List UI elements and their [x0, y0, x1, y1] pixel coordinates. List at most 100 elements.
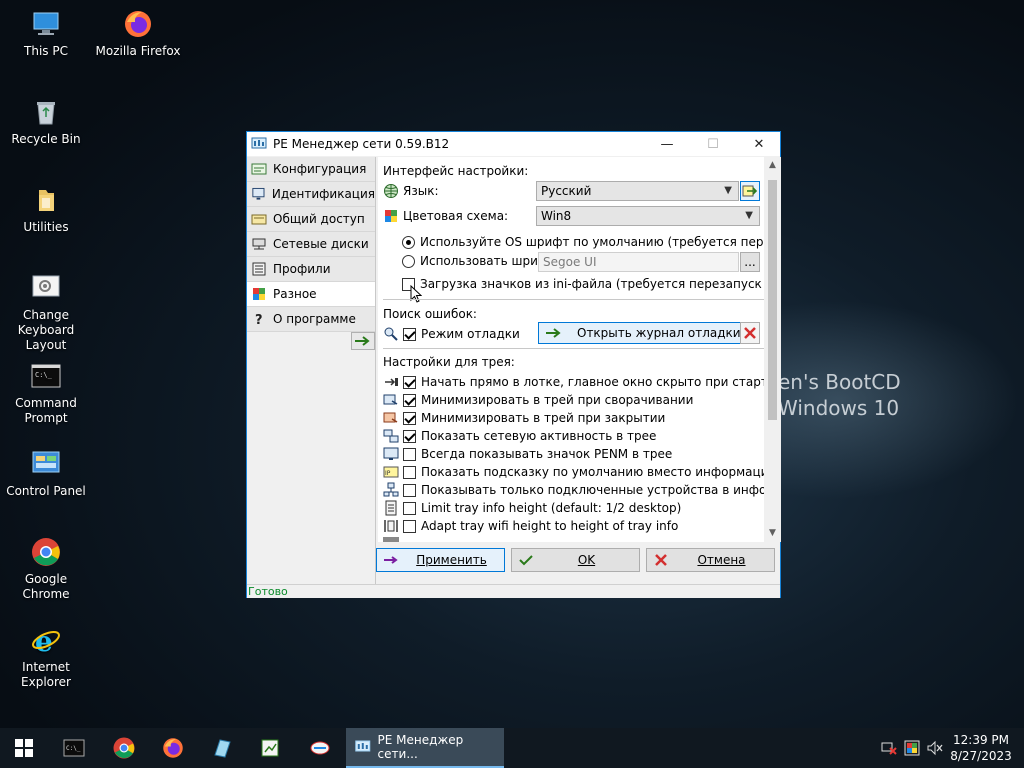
speaker-muted-icon[interactable]: [926, 740, 944, 756]
monitor-icon: [252, 187, 265, 200]
nav-collapse-arrow-button[interactable]: [351, 332, 375, 350]
taskbar-app-2[interactable]: [246, 728, 294, 768]
font-browse-button[interactable]: ...: [740, 252, 760, 272]
maximize-button[interactable]: ☐: [690, 132, 736, 156]
nav-item-identification[interactable]: Идентификация: [247, 182, 375, 207]
nav-item-misc[interactable]: Разное: [247, 282, 375, 307]
apply-button[interactable]: Применить: [376, 548, 505, 572]
svg-text:C:\_: C:\_: [35, 371, 53, 379]
checkbox[interactable]: [403, 447, 416, 461]
radio-unselected[interactable]: [402, 254, 415, 268]
pe-network-manager-window[interactable]: PE Менеджер сети 0.59.B12 — ☐ ✕ Конфигур…: [246, 131, 781, 598]
taskbar-active-window[interactable]: PE Менеджер сети...: [346, 728, 504, 768]
clear-debug-log-button[interactable]: [740, 322, 760, 344]
debug-section-label: Поиск ошибок:: [383, 307, 477, 321]
nav-item-profiles[interactable]: Профили: [247, 257, 375, 282]
desktop-icon-this-pc[interactable]: This PC: [0, 8, 92, 59]
open-debug-log-button[interactable]: Открыть журнал отладки...: [538, 322, 760, 344]
nav-item-label: Общий доступ: [273, 212, 365, 226]
taskbar-command-prompt[interactable]: C:\_: [50, 728, 98, 768]
tray-option-label: Limit tray info height (default: 1/2 des…: [421, 501, 682, 515]
taskbar-app-3[interactable]: [296, 728, 344, 768]
taskbar-firefox[interactable]: [149, 728, 197, 768]
color-scheme-select[interactable]: Win8 ▼: [536, 206, 760, 226]
ok-button[interactable]: OK: [511, 548, 640, 572]
title-bar[interactable]: PE Менеджер сети 0.59.B12 — ☐ ✕: [247, 132, 780, 156]
tray-option-row[interactable]: Adapt tray wifi height to height of tray…: [383, 518, 678, 534]
radio-selected[interactable]: [402, 235, 415, 249]
content-scrollbar[interactable]: ▲ ▼: [764, 157, 781, 542]
taskbar-chrome[interactable]: [100, 728, 148, 768]
checkbox[interactable]: [403, 327, 416, 341]
divider: [383, 299, 764, 300]
apply-language-button[interactable]: [740, 181, 760, 201]
scroll-thumb[interactable]: [768, 180, 777, 420]
chrome-icon: [32, 538, 60, 566]
nav-item-network-drives[interactable]: Сетевые диски: [247, 232, 375, 257]
checkbox[interactable]: [403, 411, 416, 425]
desktop-icon-chrome[interactable]: Google Chrome: [0, 536, 92, 602]
tray-section-label: Настройки для трея:: [383, 355, 515, 369]
tray-option-row[interactable]: Показывать только подключенные устройств…: [383, 482, 764, 498]
font-name-field[interactable]: Segoe UI: [538, 252, 739, 272]
scroll-down-button[interactable]: ▼: [764, 525, 781, 542]
scroll-up-button[interactable]: ▲: [764, 157, 781, 174]
load-icons-checkbox[interactable]: Загрузка значков из ini-файла (требуется…: [402, 277, 764, 291]
debug-mode-label: Режим отладки: [421, 327, 520, 341]
settings-nav: Конфигурация Идентификация Общий доступ …: [247, 157, 376, 585]
tray-option-row[interactable]: Минимизировать в трей при закрытии: [383, 410, 665, 426]
cancel-button[interactable]: Отмена: [646, 548, 775, 572]
checkbox[interactable]: [403, 519, 416, 533]
desktop-icon-utilities[interactable]: Utilities: [0, 184, 92, 235]
desktop-icon-label: Recycle Bin: [11, 132, 81, 146]
nav-item-label: Конфигурация: [273, 162, 367, 176]
tray-option-row[interactable]: IP Показать подсказку по умолчанию вмест…: [383, 464, 764, 480]
checkbox[interactable]: [403, 465, 416, 479]
checkbox[interactable]: [403, 483, 416, 497]
desktop-icon-control-panel[interactable]: Control Panel: [0, 448, 92, 499]
tray-option-row[interactable]: Начать прямо в лотке, главное окно скрыт…: [383, 374, 764, 390]
os-font-radio[interactable]: Используйте OS шрифт по умолчанию (требу…: [402, 235, 764, 249]
language-select[interactable]: Русский ▼: [536, 181, 739, 201]
os-font-label: Используйте OS шрифт по умолчанию (требу…: [420, 235, 764, 249]
color-scheme-label: Цветовая схема:: [403, 209, 509, 223]
nav-item-about[interactable]: ? О программе: [247, 307, 375, 332]
desktop-icon-label: Internet Explorer: [21, 660, 71, 689]
tray-option-label: Начать прямо в лотке, главное окно скрыт…: [421, 375, 764, 389]
tray-option-row[interactable]: Всегда показывать значок PENM в трее: [383, 446, 672, 462]
desktop-icon-command-prompt[interactable]: C:\_ Command Prompt: [0, 360, 92, 426]
tray-option-row[interactable]: Limit tray info height (default: 1/2 des…: [383, 500, 681, 516]
connected-devices-icon: [383, 482, 399, 497]
command-prompt-icon: C:\_: [63, 739, 85, 757]
tray-option-row[interactable]: Показать сетевую активность в трее: [383, 428, 656, 444]
taskbar-app-1[interactable]: [198, 728, 246, 768]
misc-settings-panel[interactable]: Интерфейс настройки: Язык: Русский ▼ Цве…: [378, 157, 764, 542]
desktop-icon-firefox[interactable]: Mozilla Firefox: [92, 8, 184, 59]
close-button[interactable]: ✕: [736, 132, 782, 156]
clock[interactable]: 12:39 PM 8/27/2023: [946, 732, 1016, 764]
start-button[interactable]: [0, 728, 48, 768]
debug-mode-checkbox[interactable]: Режим отладки: [383, 326, 520, 342]
recycle-bin-icon: [37, 102, 55, 125]
checkbox[interactable]: [403, 393, 416, 407]
nav-item-configuration[interactable]: Конфигурация: [247, 157, 375, 182]
custom-font-radio[interactable]: Использовать шрифт:: [402, 254, 559, 268]
tray-option-label: Минимизировать в трей при сворачивании: [421, 393, 694, 407]
color-tray-icon[interactable]: [904, 740, 920, 756]
desktop-icon-keyboard-layout[interactable]: Change Keyboard Layout: [0, 272, 92, 353]
checkbox[interactable]: [403, 429, 416, 443]
network-icon: [310, 741, 330, 755]
desktop-icon-recycle-bin[interactable]: Recycle Bin: [0, 96, 92, 147]
firefox-icon: [163, 738, 183, 758]
clock-time: 12:39 PM: [953, 733, 1009, 747]
network-disconnected-icon[interactable]: [880, 740, 898, 756]
tray-option-row[interactable]: Минимизировать в трей при сворачивании: [383, 392, 693, 408]
nav-item-sharing[interactable]: Общий доступ: [247, 207, 375, 232]
desktop-icon-internet-explorer[interactable]: e Internet Explorer: [0, 624, 92, 690]
minimize-button[interactable]: —: [644, 132, 690, 156]
checkbox[interactable]: [403, 501, 416, 515]
tray-option-label: Показать сетевую активность в трее: [421, 429, 657, 443]
checkbox[interactable]: [403, 375, 416, 389]
taskbar-active-label: PE Менеджер сети...: [377, 733, 464, 761]
firefox-icon: [125, 11, 151, 37]
